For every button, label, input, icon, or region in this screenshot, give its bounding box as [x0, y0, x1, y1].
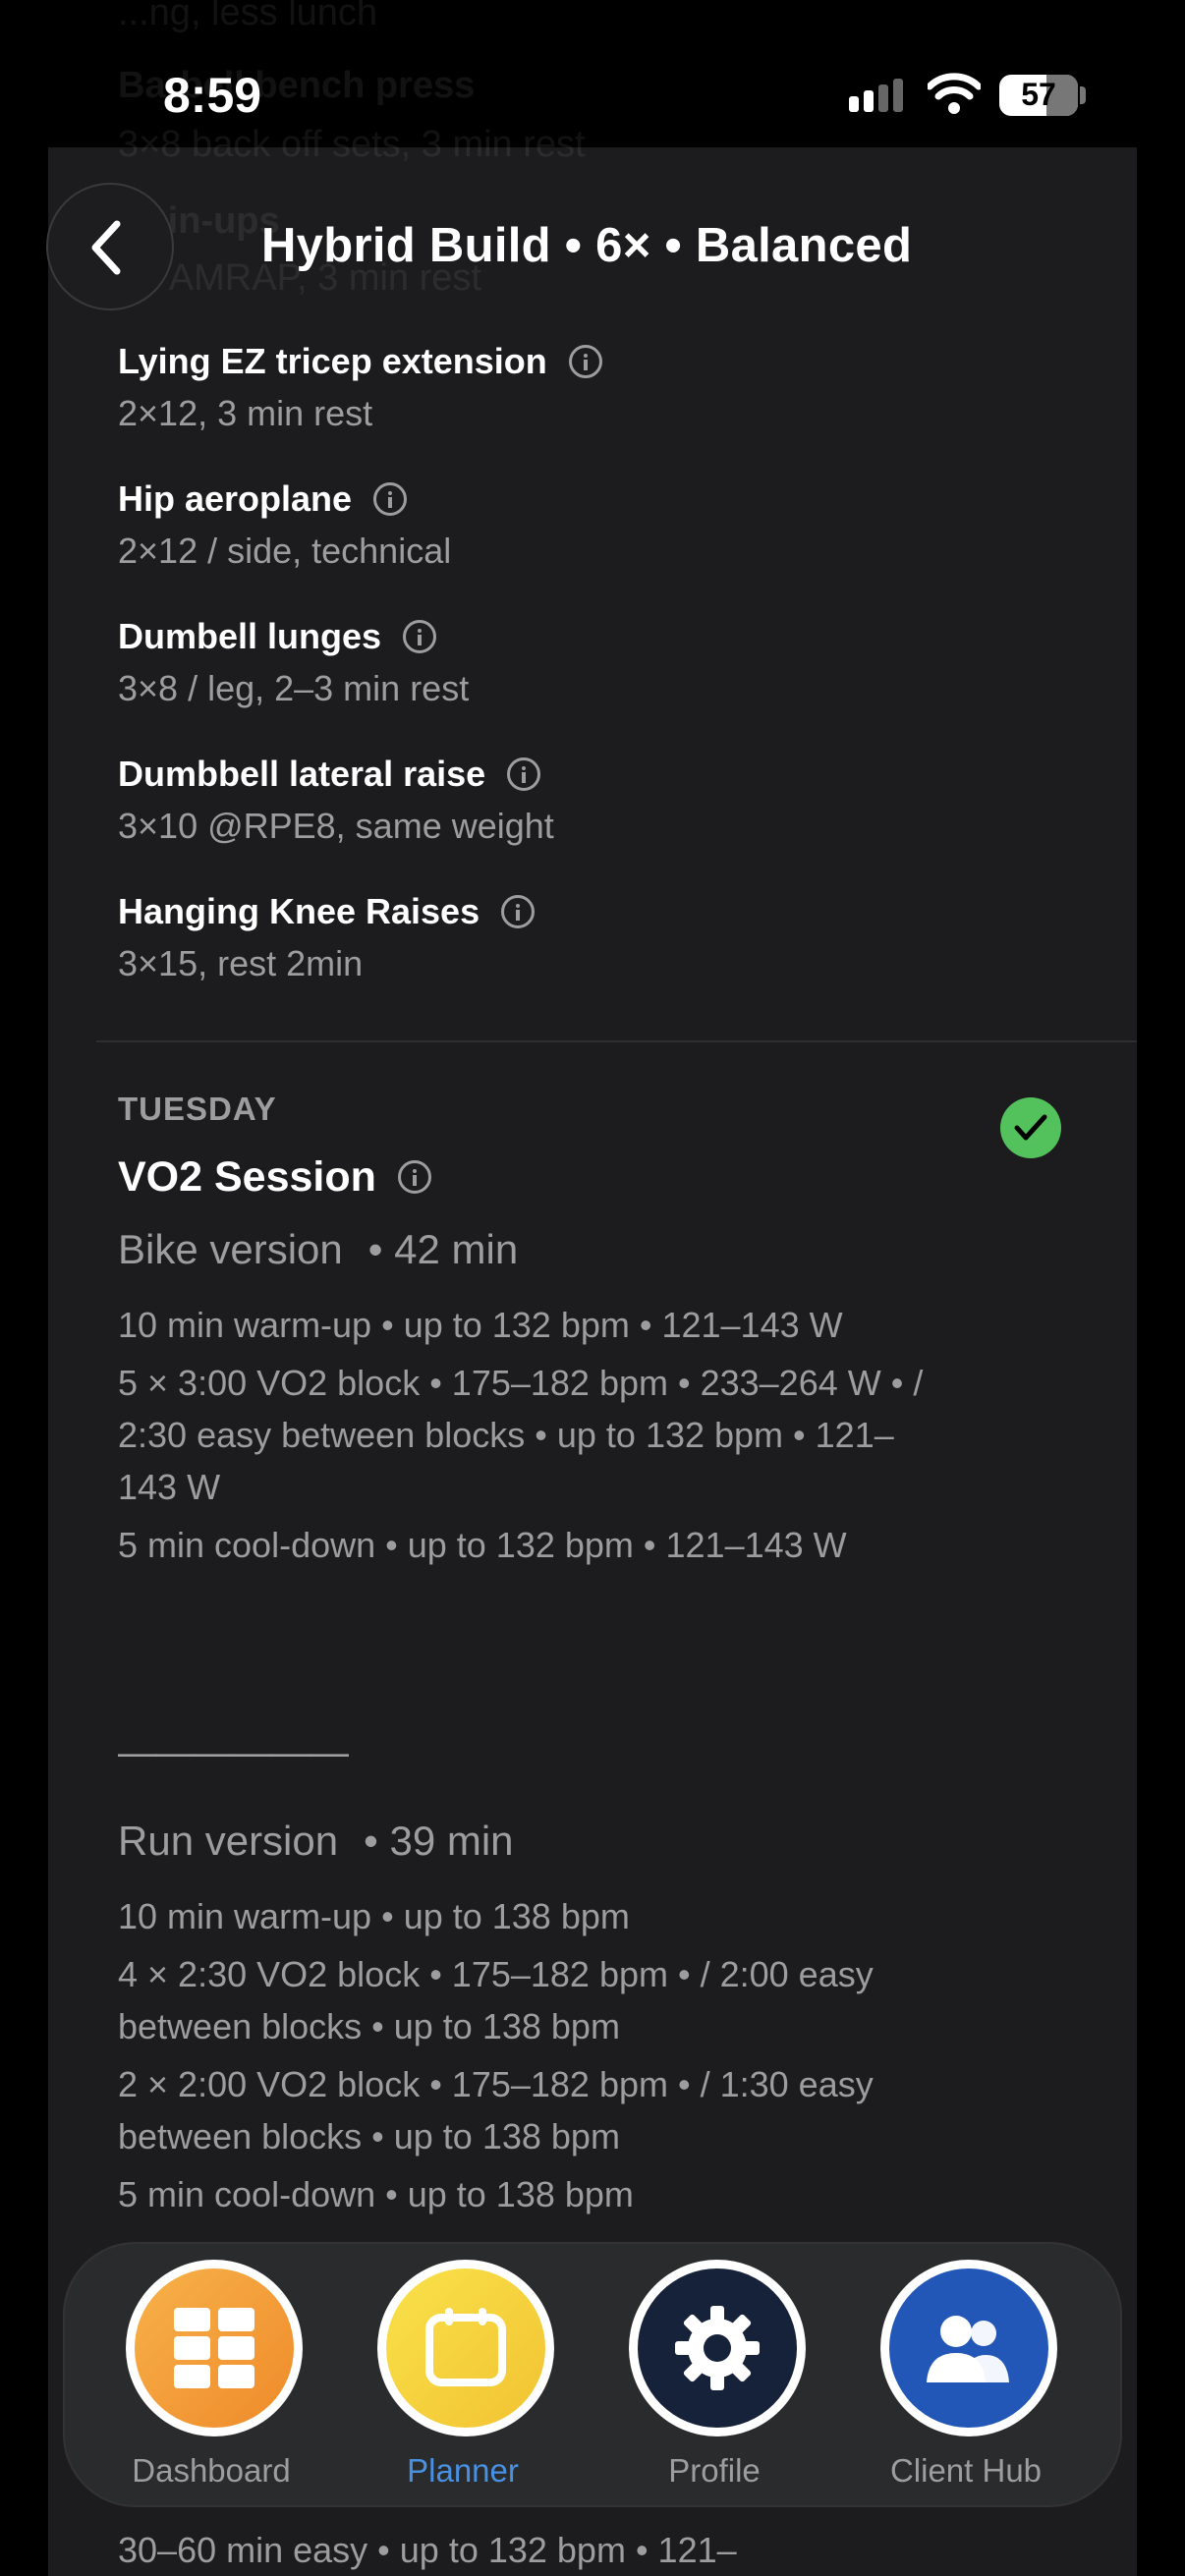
battery-icon: 57: [999, 75, 1078, 116]
run-steps: 10 min warm-up • up to 138 bpm 4 × 2:30 …: [118, 1890, 933, 2226]
session-title: VO2 Session: [118, 1148, 431, 1206]
tab-planner[interactable]: Planner: [350, 2244, 576, 2505]
step-item: 4 × 2:30 VO2 block • 175–182 bpm • / 2:0…: [118, 1954, 874, 2046]
exercise-detail: 3×8 / leg, 2–3 min rest: [118, 668, 470, 708]
info-icon[interactable]: [507, 757, 541, 791]
chevron-left-icon: [91, 220, 121, 275]
status-time: 8:59: [163, 68, 262, 123]
step-item: 2 × 2:00 VO2 block • 175–182 bpm • / 1:3…: [118, 2064, 874, 2156]
exercise-detail: 3×15, rest 2min: [118, 943, 364, 983]
exercise-name: Hanging Knee Raises: [118, 891, 480, 931]
day-label: TUESDAY: [118, 1091, 277, 1127]
exercise-item: Hip aeroplane 2×12 / side, technical: [118, 474, 451, 572]
tab-label: Dashboard: [132, 2452, 291, 2489]
cellular-signal-icon: [847, 77, 908, 118]
tab-label: Planner: [407, 2452, 519, 2489]
gear-icon: [638, 2268, 797, 2428]
tab-icon-ring: [629, 2260, 806, 2436]
exercise-detail: 3×10 @RPE8, same weight: [118, 806, 554, 846]
exercise-item: Dumbbell lateral raise 3×10 @RPE8, same …: [118, 749, 554, 847]
info-icon[interactable]: [501, 895, 536, 928]
exercise-item: Lying EZ tricep extension 2×12, 3 min re…: [118, 336, 602, 434]
exercise-item: Hanging Knee Raises 3×15, rest 2min: [118, 886, 536, 984]
exercise-detail: 2×12, 3 min rest: [118, 393, 373, 433]
exercise-name: Lying EZ tricep extension: [118, 341, 547, 381]
ghost-text: 3×8 back off sets, 3 min rest: [118, 124, 586, 165]
battery-level: 57: [1021, 77, 1056, 112]
tab-icon-ring: [377, 2260, 554, 2436]
run-version-header: Run version • 39 min: [118, 1818, 514, 1865]
back-button[interactable]: [46, 183, 174, 310]
bike-steps: 10 min warm-up • up to 132 bpm • 121–143…: [118, 1299, 933, 1577]
page-title: Hybrid Build • 6× • Balanced: [261, 219, 913, 272]
version-separator: ——————: [118, 1731, 349, 1774]
step-item: 5 min cool-down • up to 132 bpm • 121–14…: [118, 1525, 847, 1565]
exercise-item: Dumbell lunges 3×8 / leg, 2–3 min rest: [118, 611, 469, 709]
exercise-name: Dumbell lunges: [118, 616, 382, 656]
step-item: 10 min warm-up • up to 132 bpm • 121–143…: [118, 1305, 843, 1345]
completed-check-icon[interactable]: [1000, 1097, 1061, 1158]
tab-profile[interactable]: Profile: [601, 2244, 827, 2505]
step-item: 5 × 3:00 VO2 block • 175–182 bpm • 233–2…: [118, 1363, 924, 1507]
info-icon[interactable]: [403, 620, 437, 653]
tab-client-hub[interactable]: Client Hub: [853, 2244, 1079, 2505]
info-icon[interactable]: [373, 482, 408, 516]
step-item: 10 min warm-up • up to 138 bpm: [118, 1896, 630, 1936]
wifi-icon: [928, 73, 981, 114]
info-icon[interactable]: [397, 1160, 431, 1194]
version-duration: • 42 min: [367, 1226, 519, 1272]
tab-bar: Dashboard Planner Profile Client Hub: [65, 2244, 1120, 2505]
people-icon: [889, 2268, 1048, 2428]
tab-icon-ring: [880, 2260, 1057, 2436]
calendar-icon: [386, 2268, 545, 2428]
grid-icon: [135, 2268, 294, 2428]
exercise-detail: 2×12 / side, technical: [118, 531, 452, 571]
tab-icon-ring: [126, 2260, 303, 2436]
tab-dashboard[interactable]: Dashboard: [98, 2244, 324, 2505]
version-label: Run version: [118, 1818, 339, 1864]
version-label: Bike version: [118, 1226, 343, 1272]
bike-version-header: Bike version • 42 min: [118, 1226, 518, 1273]
step-item: 5 min cool-down • up to 138 bpm: [118, 2174, 634, 2214]
version-duration: • 39 min: [364, 1818, 514, 1864]
battery-nub: [1080, 86, 1086, 104]
tab-label: Profile: [668, 2452, 761, 2489]
info-icon[interactable]: [568, 345, 602, 378]
section-divider: [96, 1040, 1137, 1042]
ghost-text: ...ng, less lunch: [118, 0, 378, 33]
exercise-name: Hip aeroplane: [118, 478, 353, 519]
next-session-text: 30–60 min easy • up to 132 bpm • 121–: [118, 2530, 737, 2570]
exercise-name: Dumbbell lateral raise: [118, 754, 486, 794]
session-title-text: VO2 Session: [118, 1152, 376, 1201]
tab-label: Client Hub: [889, 2452, 1043, 2489]
